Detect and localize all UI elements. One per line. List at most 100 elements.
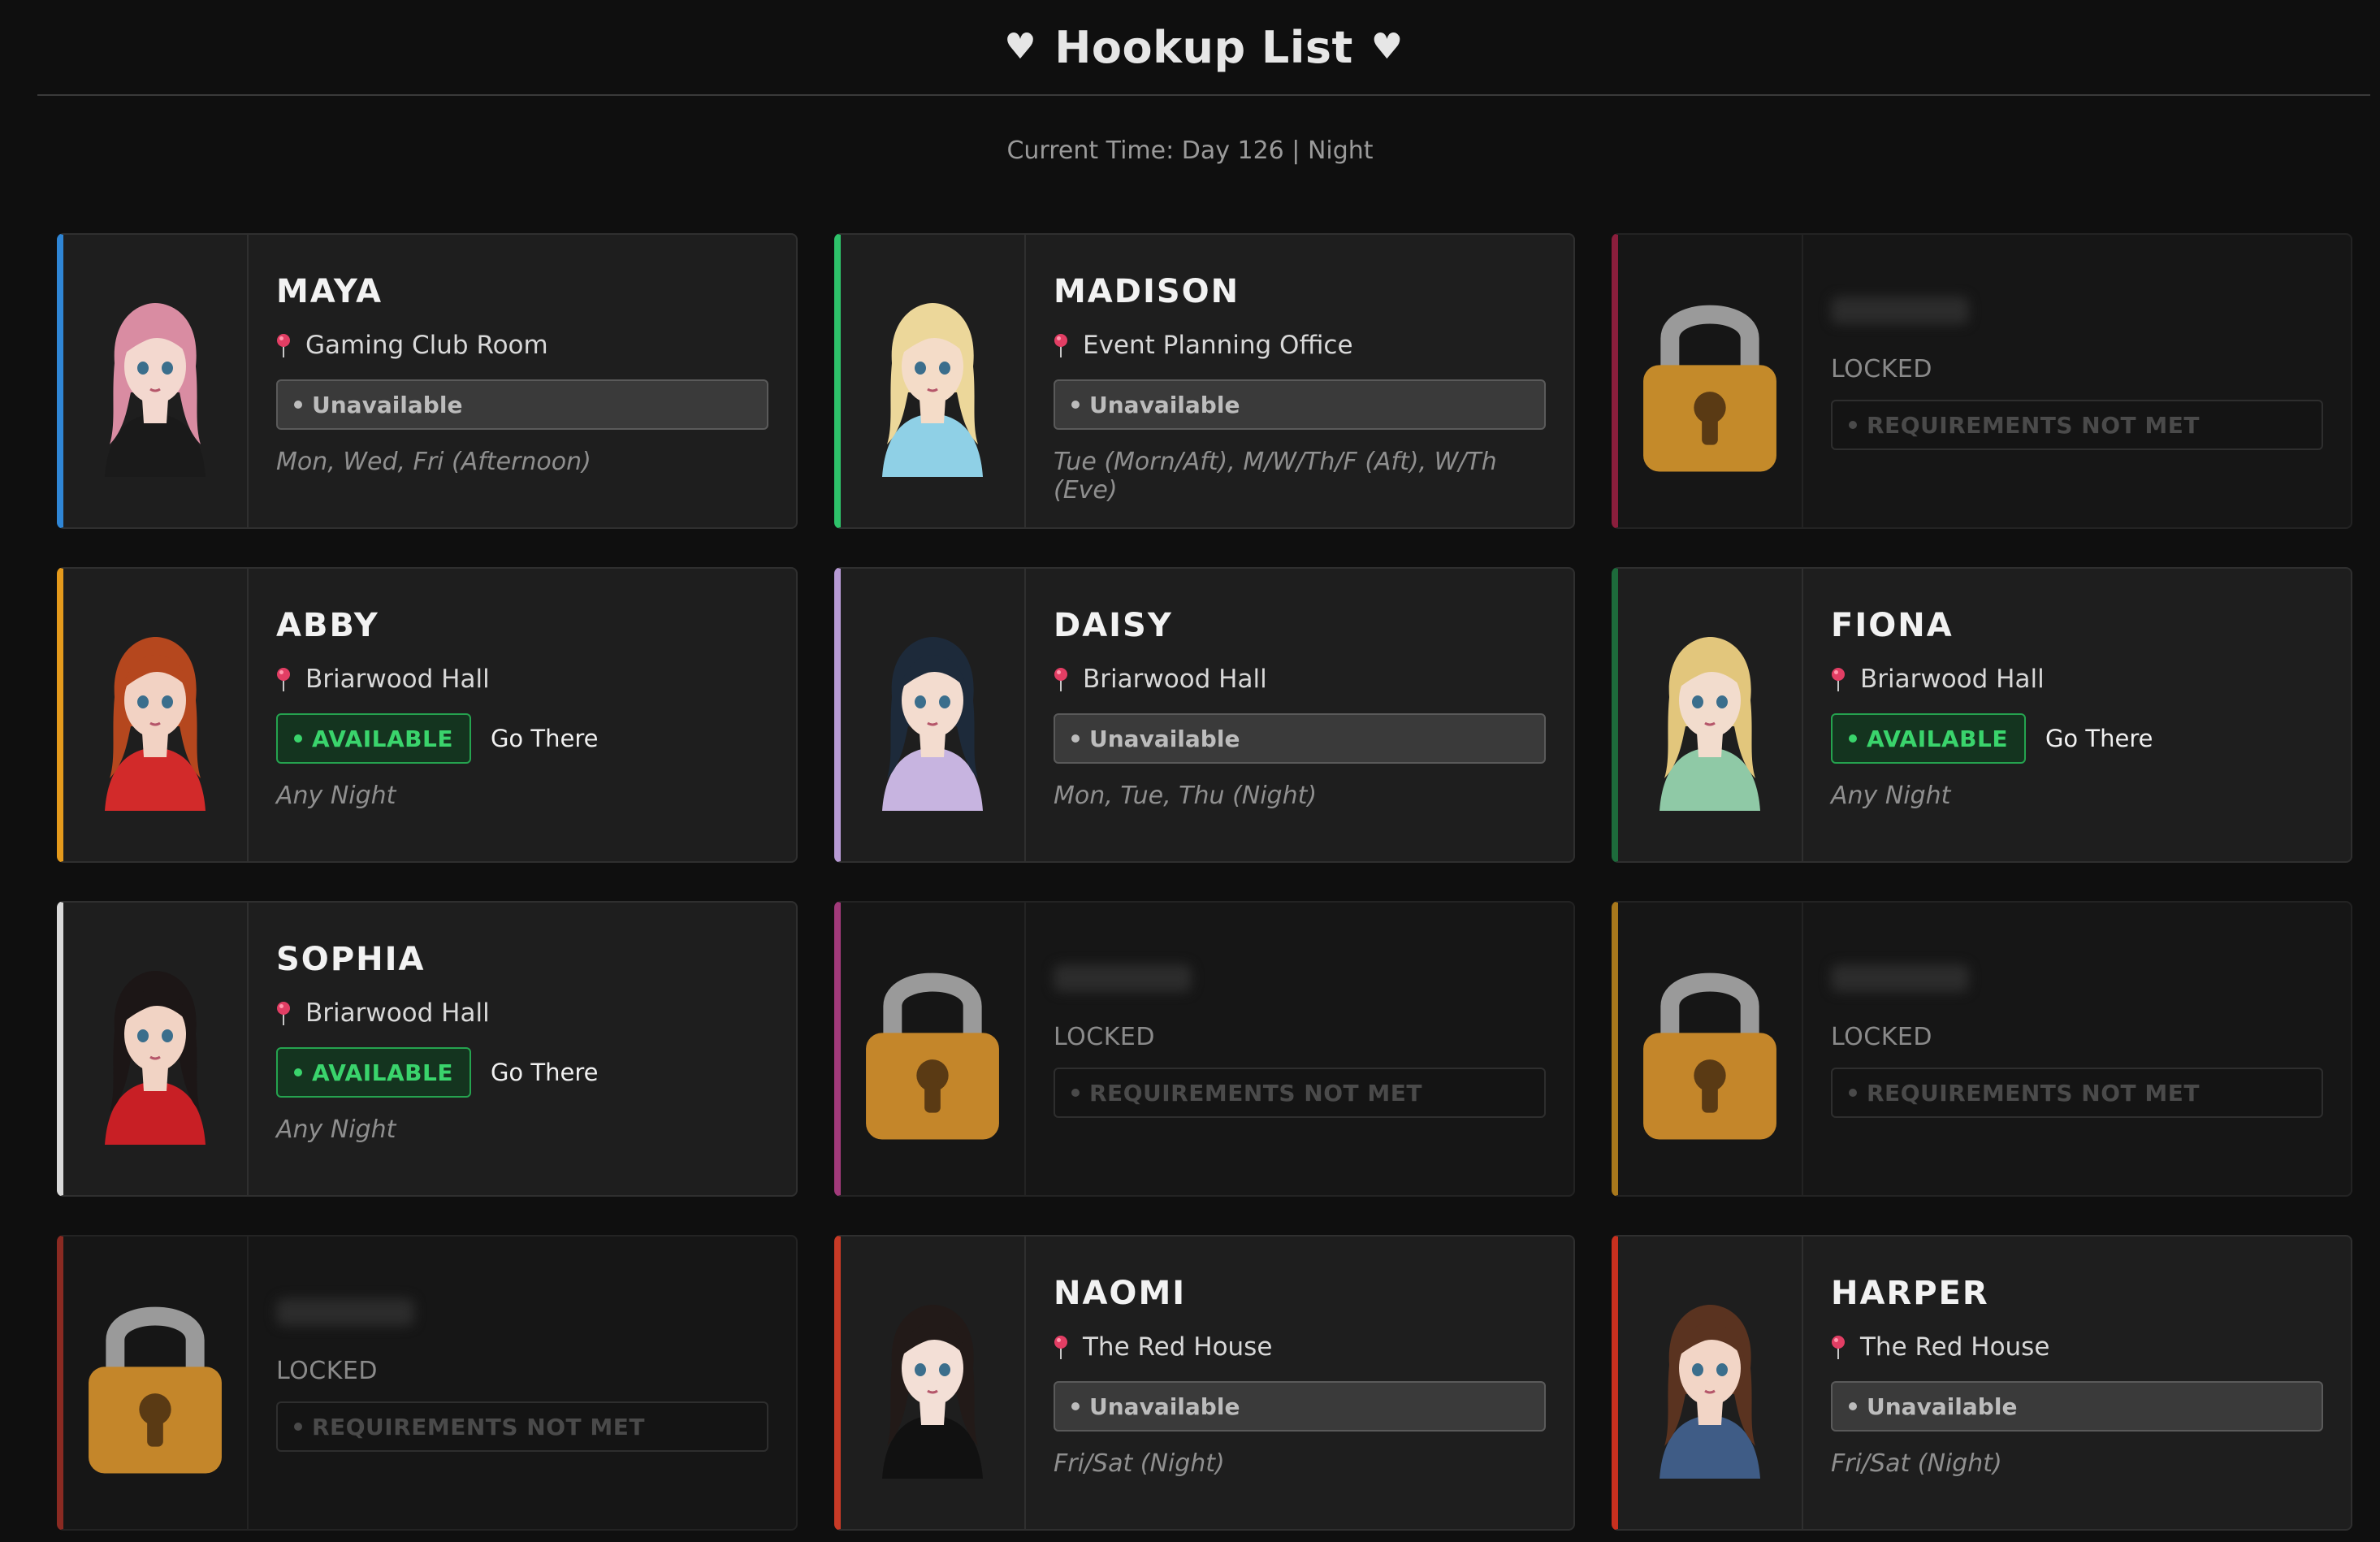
hidden-name [1054, 964, 1192, 992]
character-name: MAYA [276, 273, 383, 310]
status-row: AVAILABLE Go There [276, 1047, 768, 1098]
requirements-text: REQUIREMENTS NOT MET [312, 1413, 645, 1440]
character-card-locked: LOCKED REQUIREMENTS NOT MET [1612, 901, 2352, 1197]
hidden-name [1831, 297, 1969, 324]
character-location: Briarwood Hall [276, 663, 768, 695]
character-info: LOCKED REQUIREMENTS NOT MET [249, 1237, 796, 1529]
character-portrait [1618, 903, 1803, 1195]
status-text: Unavailable [1867, 1393, 2018, 1420]
status-row: AVAILABLE Go There [1831, 713, 2323, 764]
character-portrait [1618, 235, 1803, 527]
character-card-harper: HARPER The Red House Unavailable Fri/Sat… [1612, 1235, 2352, 1531]
character-info: ABBY Briarwood Hall AVAILABLE Go There A… [249, 569, 796, 861]
character-grid: MAYA Gaming Club Room Unavailable Mon, W… [57, 233, 2352, 1531]
character-schedule: Fri/Sat (Night) [1831, 1449, 2002, 1478]
location-pin-icon [1832, 1336, 1845, 1359]
status-row: Unavailable [1831, 1381, 2323, 1432]
go-there-button[interactable]: Go There [2045, 725, 2153, 752]
heart-icon: ♥ [1370, 26, 1404, 67]
character-info: NAOMI The Red House Unavailable Fri/Sat … [1026, 1237, 1573, 1529]
lock-icon [1643, 972, 1776, 1140]
heart-icon: ♥ [1004, 26, 1037, 67]
status-badge: Unavailable [1054, 713, 1546, 764]
location-text: Gaming Club Room [305, 331, 548, 360]
status-badge: Unavailable [276, 379, 768, 430]
lock-icon [89, 1306, 222, 1474]
character-portrait [63, 569, 249, 861]
location-pin-icon [1832, 668, 1845, 691]
character-card-locked: LOCKED REQUIREMENTS NOT MET [57, 1235, 798, 1531]
character-schedule: Mon, Tue, Thu (Night) [1054, 782, 1318, 810]
title-text: Hookup List [1054, 21, 1353, 73]
status-text: Unavailable [312, 391, 463, 418]
go-there-button[interactable]: Go There [491, 725, 599, 752]
character-location: Event Planning Office [1054, 329, 1546, 362]
requirements-badge: REQUIREMENTS NOT MET [276, 1401, 768, 1452]
character-location: Briarwood Hall [1831, 663, 2323, 695]
character-name: NAOMI [1054, 1275, 1187, 1312]
status-badge: AVAILABLE [1831, 713, 2026, 764]
location-pin-icon [1054, 668, 1067, 691]
page-title: ♥ Hookup List ♥ [1004, 22, 1403, 73]
character-info: FIONA Briarwood Hall AVAILABLE Go There … [1803, 569, 2351, 861]
character-card-locked: LOCKED REQUIREMENTS NOT MET [1612, 233, 2352, 529]
character-card-daisy: DAISY Briarwood Hall Unavailable Mon, Tu… [834, 567, 1575, 863]
character-portrait [841, 903, 1026, 1195]
location-pin-icon [277, 1002, 290, 1025]
character-portrait [841, 235, 1026, 527]
character-portrait-art [882, 637, 983, 811]
character-card-fiona: FIONA Briarwood Hall AVAILABLE Go There … [1612, 567, 2352, 863]
status-row: AVAILABLE Go There [276, 713, 768, 764]
requirements-text: REQUIREMENTS NOT MET [1867, 411, 2200, 439]
character-portrait [841, 1237, 1026, 1529]
character-card-abby: ABBY Briarwood Hall AVAILABLE Go There A… [57, 567, 798, 863]
location-text: Event Planning Office [1083, 331, 1353, 360]
locked-label: LOCKED [1831, 1023, 1932, 1051]
character-portrait [1618, 1237, 1803, 1529]
character-location: Briarwood Hall [276, 997, 768, 1029]
go-there-button[interactable]: Go There [491, 1059, 599, 1086]
location-text: Briarwood Hall [305, 665, 490, 694]
status-row: Unavailable [1054, 713, 1546, 764]
character-schedule: Fri/Sat (Night) [1054, 1449, 1225, 1478]
status-text: Unavailable [1089, 391, 1240, 418]
character-portrait [1618, 569, 1803, 861]
character-portrait-art [1660, 637, 1760, 811]
character-location: The Red House [1831, 1331, 2323, 1363]
character-portrait-art [882, 1305, 983, 1479]
character-name: SOPHIA [276, 941, 426, 978]
character-card-naomi: NAOMI The Red House Unavailable Fri/Sat … [834, 1235, 1575, 1531]
character-portrait [63, 1237, 249, 1529]
current-time: Current Time: Day 126 | Night [1006, 136, 1374, 165]
requirements-text: REQUIREMENTS NOT MET [1089, 1079, 1422, 1107]
character-portrait-art [105, 637, 206, 811]
character-portrait [63, 235, 249, 527]
status-text: AVAILABLE [312, 725, 453, 752]
character-portrait-art [1660, 1305, 1760, 1479]
status-badge: Unavailable [1054, 1381, 1546, 1432]
location-pin-icon [277, 668, 290, 691]
location-pin-icon [277, 334, 290, 357]
location-pin-icon [1054, 334, 1067, 357]
character-name: MADISON [1054, 273, 1240, 310]
status-badge: AVAILABLE [276, 1047, 471, 1098]
status-text: AVAILABLE [312, 1059, 453, 1086]
requirements-badge: REQUIREMENTS NOT MET [1054, 1068, 1546, 1118]
character-card-sophia: SOPHIA Briarwood Hall AVAILABLE Go There… [57, 901, 798, 1197]
hidden-name [1831, 964, 1969, 992]
character-card-locked: LOCKED REQUIREMENTS NOT MET [834, 901, 1575, 1197]
character-info: MAYA Gaming Club Room Unavailable Mon, W… [249, 235, 796, 527]
character-schedule: Mon, Wed, Fri (Afternoon) [276, 448, 591, 476]
character-info: HARPER The Red House Unavailable Fri/Sat… [1803, 1237, 2351, 1529]
status-row: Unavailable [1054, 1381, 1546, 1432]
status-badge: Unavailable [1054, 379, 1546, 430]
lock-icon [1643, 305, 1776, 472]
character-card-madison: MADISON Event Planning Office Unavailabl… [834, 233, 1575, 529]
location-text: Briarwood Hall [305, 998, 490, 1028]
character-info: SOPHIA Briarwood Hall AVAILABLE Go There… [249, 903, 796, 1195]
character-portrait-art [105, 971, 206, 1145]
locked-label: LOCKED [1831, 355, 1932, 383]
location-pin-icon [1054, 1336, 1067, 1359]
character-portrait [63, 903, 249, 1195]
character-name: DAISY [1054, 607, 1173, 644]
